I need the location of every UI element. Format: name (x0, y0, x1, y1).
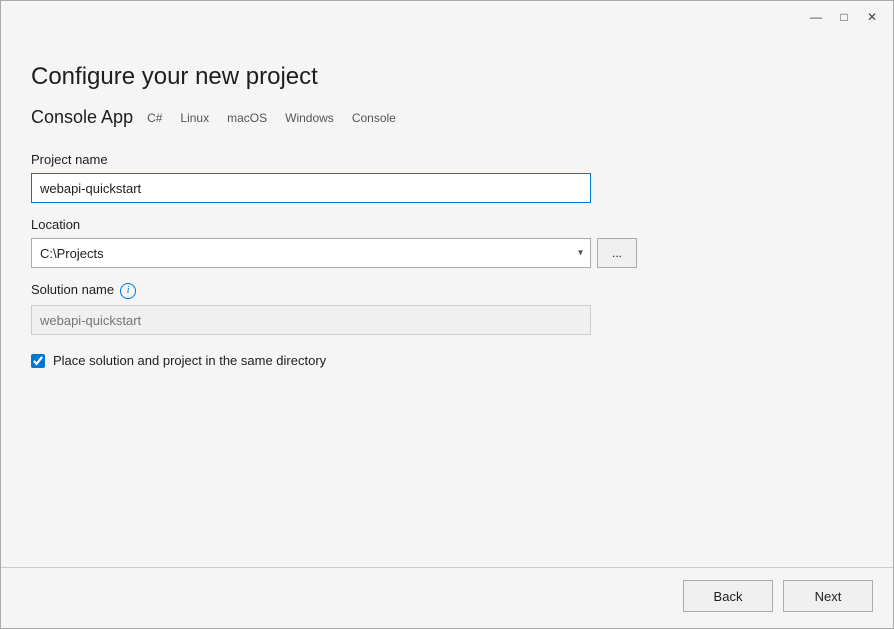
project-name-input[interactable] (31, 173, 591, 203)
tag-windows: Windows (281, 110, 338, 126)
main-window: — □ ✕ Configure your new project Console… (0, 0, 894, 629)
title-bar: — □ ✕ (1, 1, 893, 33)
same-directory-checkbox[interactable] (31, 354, 45, 368)
browse-button[interactable]: ... (597, 238, 637, 268)
next-button[interactable]: Next (783, 580, 873, 612)
solution-name-label-row: Solution name i (31, 282, 863, 299)
form-section: Project name Location C:\Projects ▾ ... (31, 152, 863, 368)
checkbox-row: Place solution and project in the same d… (31, 353, 863, 368)
project-name-group: Project name (31, 152, 863, 203)
tag-csharp: C# (143, 110, 166, 126)
tag-console: Console (348, 110, 400, 126)
minimize-button[interactable]: — (803, 7, 829, 27)
page-title: Configure your new project (31, 63, 863, 91)
location-row: C:\Projects ▾ ... (31, 238, 863, 268)
location-select[interactable]: C:\Projects (31, 238, 591, 268)
solution-name-label: Solution name (31, 282, 114, 297)
tag-macos: macOS (223, 110, 271, 126)
location-select-wrapper: C:\Projects ▾ (31, 238, 591, 268)
tag-linux: Linux (176, 110, 213, 126)
close-button[interactable]: ✕ (859, 7, 885, 27)
solution-name-input[interactable] (31, 305, 591, 335)
title-bar-buttons: — □ ✕ (803, 7, 885, 27)
back-button[interactable]: Back (683, 580, 773, 612)
maximize-button[interactable]: □ (831, 7, 857, 27)
app-name-label: Console App (31, 107, 133, 128)
same-directory-label[interactable]: Place solution and project in the same d… (53, 353, 326, 368)
project-name-label: Project name (31, 152, 863, 167)
solution-name-group: Solution name i (31, 282, 863, 335)
location-label: Location (31, 217, 863, 232)
footer: Back Next (1, 568, 893, 628)
app-header: Console App C# Linux macOS Windows Conso… (31, 107, 863, 128)
location-group: Location C:\Projects ▾ ... (31, 217, 863, 268)
info-icon: i (120, 283, 136, 299)
content-area: Configure your new project Console App C… (1, 33, 893, 567)
